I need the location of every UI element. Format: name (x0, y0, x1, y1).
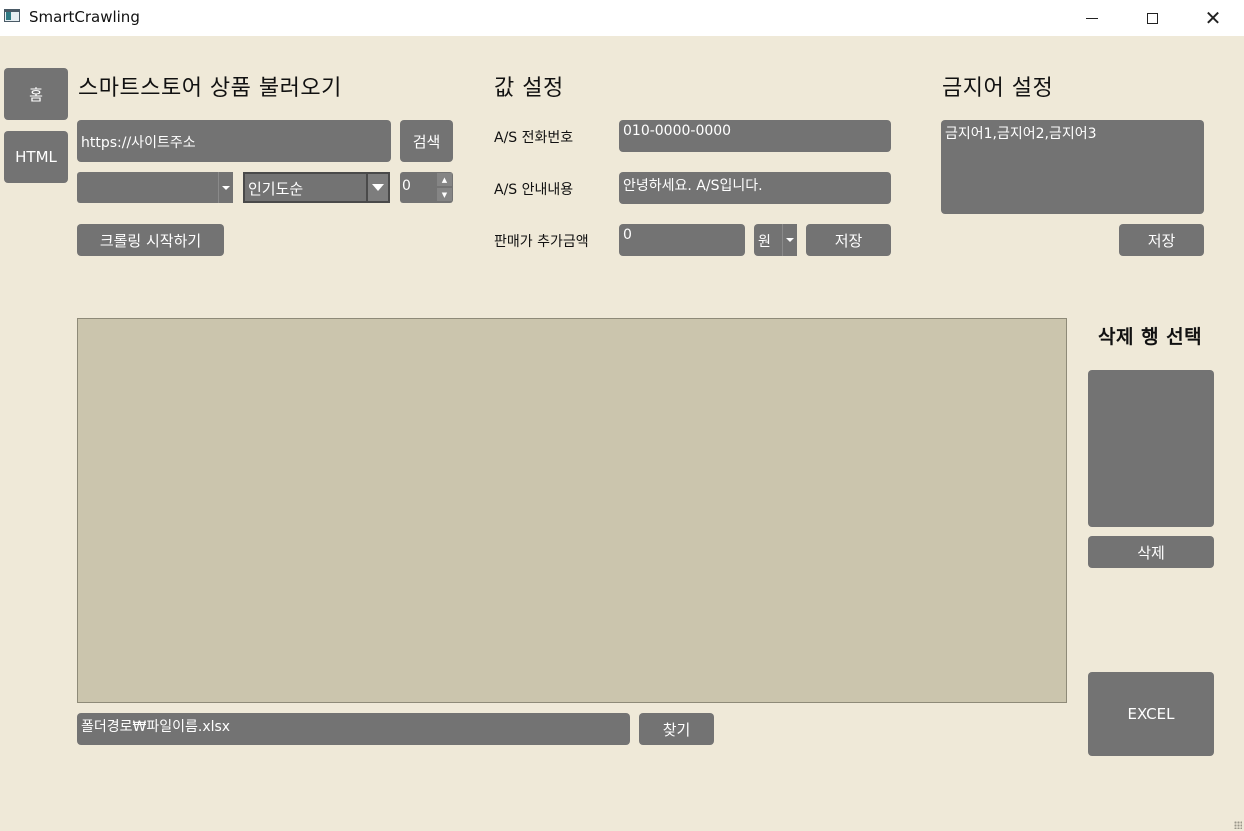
file-path-input[interactable]: 폴더경로₩파일이름.xlsx (77, 713, 630, 745)
minimize-icon (1086, 17, 1098, 19)
close-button[interactable]: ✕ (1190, 0, 1236, 36)
close-icon: ✕ (1204, 6, 1222, 30)
as-info-label: A/S 안내내용 (494, 182, 574, 198)
resize-grip-icon[interactable] (1234, 821, 1242, 829)
count-spinbox-value: 0 (402, 178, 411, 194)
find-file-button[interactable]: 찾기 (639, 713, 714, 745)
home-nav-button[interactable]: 홈 (4, 68, 68, 120)
sort-select[interactable]: 인기도순 (243, 172, 390, 203)
banned-words-textarea[interactable]: 금지어1,금지어2,금지어3 (941, 120, 1204, 214)
start-crawling-button[interactable]: 크롤링 시작하기 (77, 224, 224, 256)
excel-button[interactable]: EXCEL (1088, 672, 1214, 756)
settings-section-heading: 값 설정 (494, 76, 564, 101)
window-title: SmartCrawling (29, 8, 140, 26)
as-phone-input[interactable]: 010-0000-0000 (619, 120, 891, 152)
sort-dropdown-arrow[interactable] (366, 174, 388, 201)
maximize-icon (1146, 12, 1158, 24)
html-nav-button[interactable]: HTML (4, 131, 68, 183)
as-phone-label: A/S 전화번호 (494, 130, 574, 146)
count-spinbox[interactable]: 0 ▲ ▼ (400, 172, 453, 203)
product-table[interactable] (77, 318, 1067, 703)
minimize-button[interactable] (1069, 0, 1115, 36)
spin-down-icon[interactable]: ▼ (437, 188, 452, 201)
maximize-button[interactable] (1129, 0, 1175, 36)
price-add-input[interactable]: 0 (619, 224, 745, 256)
banned-save-button[interactable]: 저장 (1119, 224, 1204, 256)
delete-button[interactable]: 삭제 (1088, 536, 1214, 568)
unit-select[interactable]: 원 (754, 224, 797, 256)
store-section-heading: 스마트스토어 상품 불러오기 (78, 76, 342, 101)
chevron-down-icon (222, 185, 230, 190)
as-info-input[interactable]: 안녕하세요. A/S입니다. (619, 172, 891, 204)
category-select[interactable] (77, 172, 233, 203)
delete-row-list[interactable] (1088, 370, 1214, 527)
unit-select-value: 원 (758, 234, 771, 250)
category-dropdown-arrow[interactable] (218, 172, 233, 203)
chevron-down-icon (372, 184, 384, 191)
unit-dropdown-arrow[interactable] (782, 224, 797, 256)
app-window-icon (4, 9, 20, 22)
spin-up-icon[interactable]: ▲ (437, 173, 452, 186)
chevron-down-icon (786, 238, 794, 242)
search-button[interactable]: 검색 (400, 120, 453, 162)
title-bar: SmartCrawling ✕ (0, 0, 1244, 36)
sort-select-value: 인기도순 (248, 180, 304, 198)
delete-row-heading: 삭제 행 선택 (1098, 326, 1203, 348)
url-input[interactable]: https://사이트주소 (77, 120, 391, 162)
banned-section-heading: 금지어 설정 (942, 76, 1054, 101)
settings-save-button[interactable]: 저장 (806, 224, 891, 256)
price-add-label: 판매가 추가금액 (494, 234, 589, 250)
category-select-value (79, 176, 87, 182)
